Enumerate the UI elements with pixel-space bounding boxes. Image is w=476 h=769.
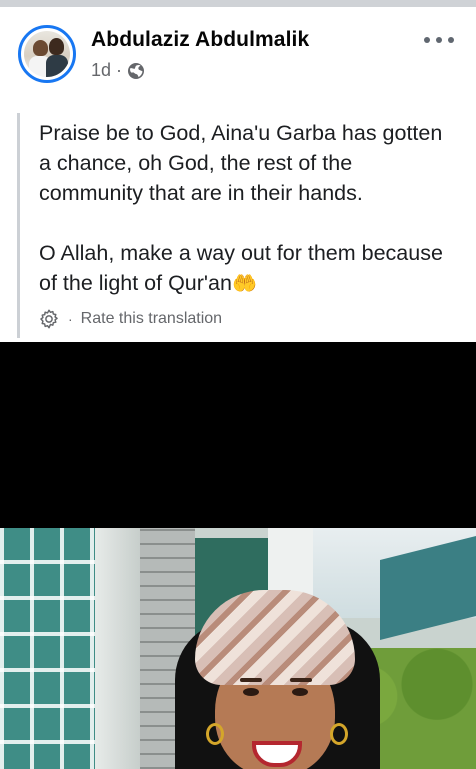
rate-translation-link[interactable]: Rate this translation [81,310,222,328]
more-options-icon[interactable] [424,34,454,46]
translation-block: Praise be to God, Aina'u Garba has gotte… [17,113,457,340]
meta-separator: · [116,60,123,80]
author-name[interactable]: Abdulaziz Abdulmalik [91,28,309,52]
translated-text: Praise be to God, Aina'u Garba has gotte… [39,118,459,299]
translated-paragraph-2: O Allah, make a way out for them because… [39,238,459,299]
more-dot [436,37,442,43]
avatar-photo [24,31,70,77]
avatar-person-1-head [33,40,48,56]
photo-left-eye [243,688,259,696]
rate-translation-row: · Rate this translation [38,308,222,330]
avatar[interactable] [18,25,76,83]
globe-icon[interactable] [127,62,145,80]
photo-left-earring [206,723,224,745]
photo-right-earring [330,723,348,745]
photo-left-brow [240,678,262,682]
media-black-area[interactable] [0,342,476,528]
praying-hands-emoji: 🤲 [231,273,257,295]
photo-right-brow [290,678,312,682]
rate-separator: · [68,311,73,327]
post-header: Abdulaziz Abdulmalik 1d · [0,7,476,107]
avatar-person-2-body [46,55,68,77]
more-dot [424,37,430,43]
gear-icon[interactable] [38,308,60,330]
avatar-person-2-head [49,38,64,55]
translated-paragraph-1: Praise be to God, Aina'u Garba has gotte… [39,121,443,205]
top-divider [0,0,476,7]
photo-pillar [95,528,140,769]
post-photo[interactable] [0,528,476,769]
quote-bar [17,113,20,338]
post-meta: 1d · [91,60,145,81]
post-time[interactable]: 1d [91,60,111,81]
more-dot [448,37,454,43]
photo-right-eye [292,688,308,696]
photo-window [0,528,95,769]
